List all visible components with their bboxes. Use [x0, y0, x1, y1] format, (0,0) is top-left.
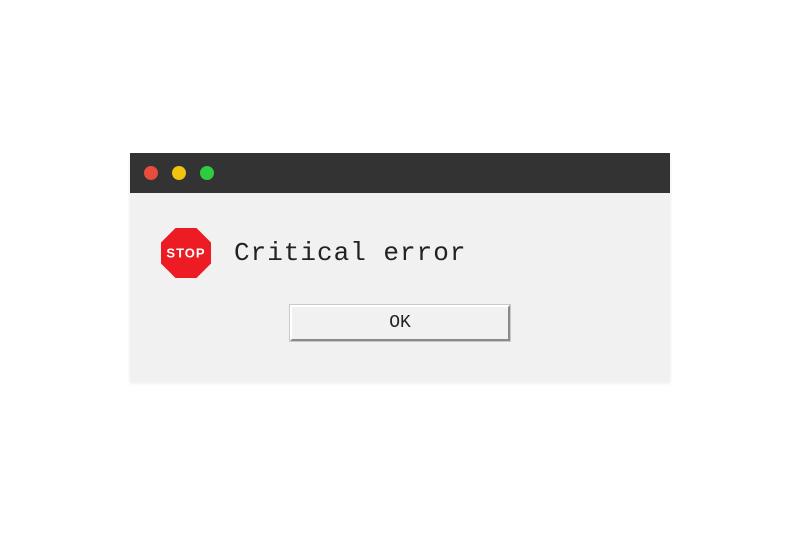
message-row: STOP Critical error	[160, 227, 640, 279]
stop-sign-icon: STOP	[160, 227, 212, 279]
zoom-icon[interactable]	[200, 166, 214, 180]
titlebar	[130, 153, 670, 193]
error-dialog: STOP Critical error OK	[130, 153, 670, 381]
stop-sign-label: STOP	[166, 245, 205, 260]
close-icon[interactable]	[144, 166, 158, 180]
ok-button[interactable]: OK	[290, 305, 510, 341]
button-row: OK	[160, 305, 640, 341]
dialog-body: STOP Critical error OK	[130, 193, 670, 381]
error-message: Critical error	[234, 238, 466, 268]
minimize-icon[interactable]	[172, 166, 186, 180]
